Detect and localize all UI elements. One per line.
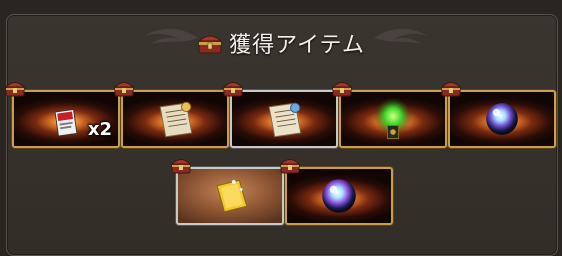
treasure-chest-icon (279, 159, 301, 174)
treasure-chest-icon (440, 82, 462, 97)
reward-title: 獲得アイテム (229, 33, 365, 58)
scroll-icon (268, 102, 302, 138)
reward-card-ticket[interactable]: x2 (12, 90, 120, 148)
reward-card-crystal-orb[interactable] (285, 167, 393, 225)
treasure-chest-icon (331, 82, 353, 97)
crystal-orb-icon (322, 179, 356, 213)
treasure-chest-icon (197, 35, 223, 54)
reward-card-gold-bar[interactable] (176, 167, 284, 225)
gold-bar-icon (216, 179, 248, 213)
green-flame-icon (374, 97, 412, 140)
treasure-chest-icon (222, 82, 244, 97)
reward-card-crystal-orb[interactable] (448, 90, 556, 148)
scroll-icon (159, 101, 193, 138)
reward-card-green-flame[interactable] (339, 90, 447, 148)
item-quantity: x2 (87, 119, 112, 140)
treasure-chest-icon (113, 82, 135, 97)
reward-card-scroll[interactable] (121, 90, 229, 148)
reward-card-scroll-silver[interactable] (230, 90, 338, 148)
crystal-orb-icon (486, 103, 518, 135)
treasure-chest-icon (170, 159, 192, 174)
reward-header: 獲得アイテム (0, 24, 562, 62)
treasure-chest-icon (4, 82, 26, 97)
